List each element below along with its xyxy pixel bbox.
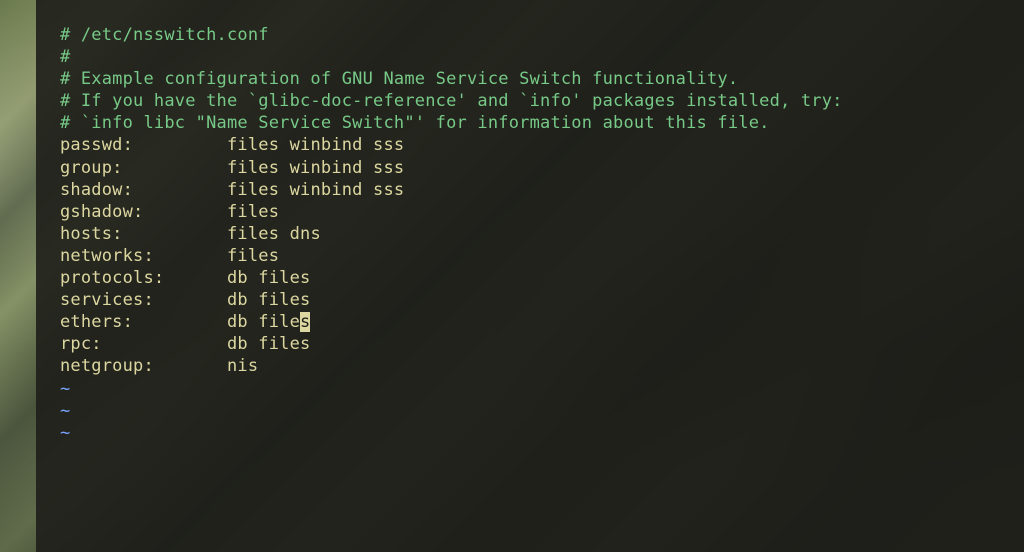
entry-key: rpc:	[60, 334, 102, 354]
entry-pad	[133, 312, 227, 332]
entry-pad	[143, 202, 226, 222]
comment-line: # If you have the `glibc-doc-reference' …	[60, 90, 1004, 112]
comment-line: # /etc/nsswitch.conf	[60, 24, 1004, 46]
comment-line: # `info libc "Name Service Switch"' for …	[60, 112, 1004, 134]
entry-netgroup: netgroup: nis	[60, 355, 1004, 377]
entry-ethers: ethers: db files	[60, 311, 1004, 333]
entry-key: group:	[60, 158, 123, 178]
entry-key: ethers:	[60, 312, 133, 332]
entry-services: services: db files	[60, 289, 1004, 311]
entry-val: db files	[227, 334, 310, 354]
entry-pad	[164, 268, 227, 288]
entry-key: passwd:	[60, 135, 133, 155]
entry-key: services:	[60, 290, 154, 310]
entry-val: db files	[227, 268, 310, 288]
comment-line: #	[60, 46, 1004, 68]
entry-shadow: shadow: files winbind sss	[60, 179, 1004, 201]
entry-pad	[123, 224, 227, 244]
entry-gshadow: gshadow: files	[60, 201, 1004, 223]
entry-passwd: passwd: files winbind sss	[60, 134, 1004, 156]
entry-val: db files	[227, 290, 310, 310]
entry-val: files winbind sss	[227, 180, 404, 200]
vim-empty-line: ~	[60, 422, 1004, 444]
entry-val-pre: db file	[227, 312, 300, 332]
entry-key: protocols:	[60, 268, 164, 288]
entry-val: nis	[227, 356, 258, 376]
entry-key: netgroup:	[60, 356, 154, 376]
entry-pad	[133, 180, 227, 200]
entry-pad	[154, 356, 227, 376]
text-cursor: s	[300, 312, 310, 332]
comment-line: # Example configuration of GNU Name Serv…	[60, 68, 1004, 90]
entry-networks: networks: files	[60, 245, 1004, 267]
entry-key: networks:	[60, 246, 154, 266]
terminal-editor[interactable]: # /etc/nsswitch.conf## Example configura…	[36, 0, 1024, 552]
entry-val: files dns	[227, 224, 321, 244]
entry-pad	[123, 158, 227, 178]
entry-key: hosts:	[60, 224, 123, 244]
entry-val: files winbind sss	[227, 158, 404, 178]
entry-val: files	[227, 202, 279, 222]
entry-pad	[154, 246, 227, 266]
entry-group: group: files winbind sss	[60, 157, 1004, 179]
entry-rpc: rpc: db files	[60, 333, 1004, 355]
entry-val: files	[227, 246, 279, 266]
entry-key: shadow:	[60, 180, 133, 200]
vim-empty-line: ~	[60, 400, 1004, 422]
entry-key: gshadow:	[60, 202, 143, 222]
entry-pad	[154, 290, 227, 310]
entry-pad	[102, 334, 227, 354]
entry-protocols: protocols: db files	[60, 267, 1004, 289]
entry-hosts: hosts: files dns	[60, 223, 1004, 245]
entry-val: files winbind sss	[227, 135, 404, 155]
entry-pad	[133, 135, 227, 155]
vim-empty-line: ~	[60, 378, 1004, 400]
